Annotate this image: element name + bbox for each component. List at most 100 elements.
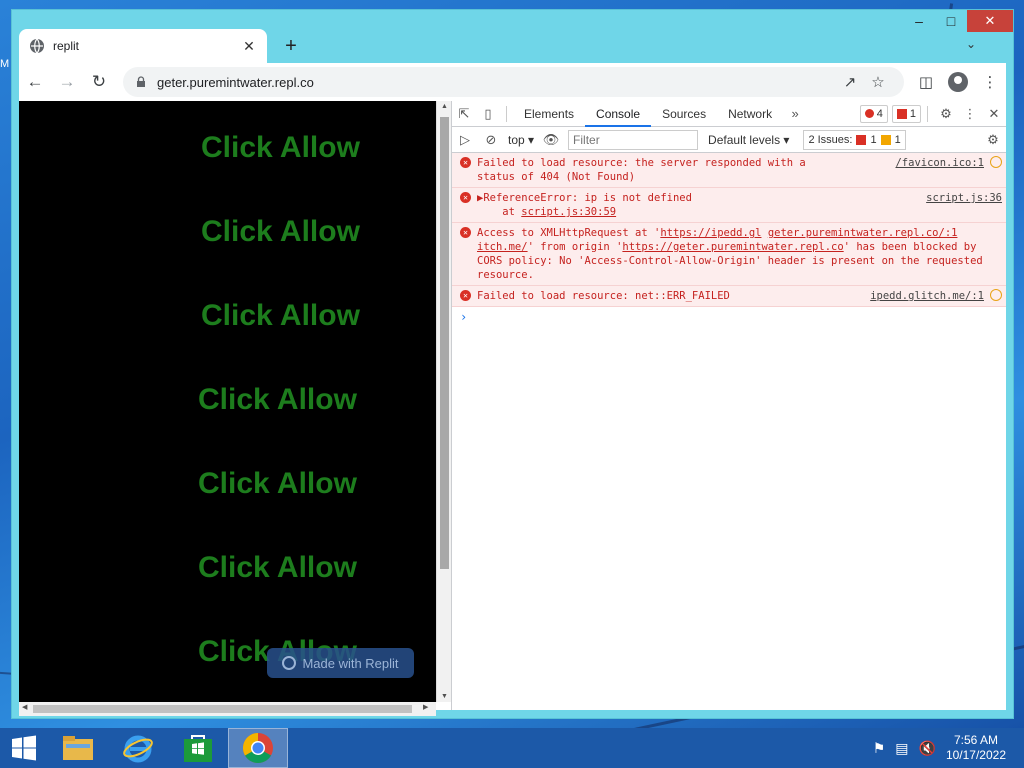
start-button[interactable] [0, 728, 48, 768]
forward-arrow-icon[interactable]: → [51, 66, 83, 98]
browser-window: – □ ✕ replit ✕ + ⌄ ← → ↻ geter.puremintw… [11, 9, 1014, 719]
error-circle-icon: ✕ [460, 290, 471, 301]
internet-explorer-taskbar-button[interactable] [108, 728, 168, 768]
message-source-link[interactable]: geter.puremintwater.repl.co/:1 [768, 227, 958, 239]
action-center-flag-icon[interactable]: ⚑ [873, 740, 886, 757]
avatar [948, 72, 968, 92]
console-error-message: ✕ ▶ReferenceError: ip is not defined at … [452, 188, 1006, 223]
devtools-panel: ⇱ ▯ Elements Console Sources Network » 4… [451, 101, 1006, 710]
side-panel-icon[interactable]: ◫ [910, 66, 942, 98]
clock[interactable]: 7:56 AM 10/17/2022 [946, 733, 1006, 763]
issues-button[interactable]: 2 Issues: 1 1 [803, 129, 906, 150]
expandable-error[interactable]: ▶ReferenceError: ip is not defined [477, 191, 918, 205]
new-tab-button[interactable]: + [279, 35, 303, 58]
clock-time: 7:56 AM [953, 733, 998, 747]
sidebar-toggle-icon[interactable]: ▷ [452, 132, 478, 148]
devtools-menu-icon[interactable]: ⋮ [958, 106, 982, 122]
tab-replit[interactable]: replit ✕ [19, 29, 267, 63]
console-filter-input[interactable] [568, 129, 699, 150]
folder-icon [63, 736, 93, 760]
network-icon[interactable]: ▤ [895, 740, 908, 757]
devtools-tabbar: ⇱ ▯ Elements Console Sources Network » 4… [452, 101, 1006, 127]
error-count-badge[interactable]: 4 [859, 104, 888, 123]
issue-hint-icon[interactable] [990, 289, 1002, 301]
error-circle-icon: ✕ [460, 227, 471, 238]
scroll-thumb[interactable] [440, 117, 449, 569]
back-arrow-icon[interactable]: ← [19, 66, 51, 98]
context-selector[interactable]: top ▾ [504, 133, 538, 147]
click-allow-text: Click Allow [201, 215, 360, 248]
stack-frame-link[interactable]: script.js:30:59 [521, 206, 616, 218]
issue-hint-icon[interactable] [990, 156, 1002, 168]
issue-warning-icon [880, 134, 891, 145]
scroll-up-icon[interactable]: ▲ [437, 103, 452, 110]
browser-toolbar: ← → ↻ geter.puremintwater.repl.co ↗ ☆ ◫ … [19, 63, 1006, 101]
message-source-link[interactable]: ipedd.glitch.me/:1 [870, 289, 984, 303]
error-circle-icon: ✕ [460, 192, 471, 203]
tab-elements[interactable]: Elements [513, 101, 585, 127]
scroll-left-icon[interactable]: ◀ [22, 703, 27, 711]
message-source-link[interactable]: script.js:36 [926, 191, 1002, 219]
share-icon[interactable]: ↗ [836, 73, 864, 91]
console-error-message: ✕ Failed to load resource: net::ERR_FAIL… [452, 286, 1006, 307]
file-explorer-taskbar-button[interactable] [48, 728, 108, 768]
console-prompt[interactable]: › [452, 307, 1006, 327]
tab-strip: replit ✕ + ⌄ [19, 19, 1006, 63]
scroll-right-icon[interactable]: ▶ [423, 703, 428, 711]
more-tabs-icon[interactable]: » [783, 106, 807, 121]
tab-network[interactable]: Network [717, 101, 783, 127]
console-settings-gear-icon[interactable]: ⚙ [980, 132, 1006, 148]
click-allow-text: Click Allow [201, 131, 360, 164]
click-allow-text: Click Allow [198, 383, 357, 416]
taskbar: ⚑ ▤ 🔇 7:56 AM 10/17/2022 [0, 728, 1024, 768]
tab-console[interactable]: Console [585, 101, 652, 127]
settings-gear-icon[interactable]: ⚙ [934, 106, 958, 122]
tab-title: replit [53, 39, 80, 53]
eye-icon[interactable]: 👁 [538, 132, 564, 148]
clock-date: 10/17/2022 [945, 748, 1006, 762]
menu-kebab-icon[interactable]: ⋮ [974, 66, 1006, 98]
error-circle-icon: ✕ [460, 157, 471, 168]
tab-sources[interactable]: Sources [651, 101, 717, 127]
reload-icon[interactable]: ↻ [83, 66, 115, 98]
origin-link[interactable]: https://geter.puremintwater.repl.co [622, 241, 843, 253]
message-source-link[interactable]: /favicon.ico:1 [895, 156, 984, 184]
console-error-message: ✕ Access to XMLHttpRequest at 'https://i… [452, 223, 1006, 286]
url-text[interactable]: geter.puremintwater.repl.co [157, 75, 836, 90]
vertical-scrollbar[interactable]: ▲ ▼ [436, 101, 451, 702]
log-levels-dropdown[interactable]: Default levels ▾ [708, 133, 789, 147]
chrome-taskbar-button[interactable] [228, 728, 288, 768]
xhr-url-link-continued[interactable]: itch.me/ [477, 241, 528, 253]
console-toolbar: ▷ ⊘ top ▾ 👁 Default levels ▾ 2 Issues: 1… [452, 127, 1006, 153]
device-toggle-icon[interactable]: ▯ [476, 106, 500, 122]
content-area: Click Allow Click Allow Click Allow Clic… [19, 101, 1006, 716]
made-with-replit-badge[interactable]: Made with Replit [267, 648, 414, 678]
system-tray: ⚑ ▤ 🔇 7:56 AM 10/17/2022 [873, 728, 1006, 768]
windows-logo-icon [12, 735, 36, 761]
close-devtools-icon[interactable]: ✕ [982, 106, 1006, 122]
profile-button[interactable] [942, 66, 974, 98]
made-with-label: Made with Replit [302, 655, 399, 671]
address-bar[interactable]: geter.puremintwater.repl.co ↗ ☆ [123, 67, 904, 97]
click-allow-text: Click Allow [198, 551, 357, 584]
issue-flag-icon [896, 108, 907, 119]
click-allow-text: Click Allow [198, 467, 357, 500]
volume-muted-icon[interactable]: 🔇 [919, 740, 936, 757]
console-error-message: ✕ Failed to load resource: the server re… [452, 153, 1006, 188]
bookmark-star-icon[interactable]: ☆ [864, 73, 892, 91]
inspect-element-icon[interactable]: ⇱ [452, 106, 476, 122]
hscroll-thumb[interactable] [33, 705, 412, 713]
desktop-edge-text: M [0, 58, 10, 70]
issue-count-badge[interactable]: 1 [891, 104, 921, 123]
internet-explorer-icon [123, 735, 153, 763]
store-icon [184, 735, 212, 762]
tab-close-icon[interactable]: ✕ [241, 38, 257, 55]
chrome-icon [242, 733, 273, 764]
clear-console-icon[interactable]: ⊘ [478, 132, 504, 148]
xhr-url-link[interactable]: https://ipedd.gl [660, 227, 761, 239]
tab-search-icon[interactable]: ⌄ [966, 37, 976, 51]
scroll-down-icon[interactable]: ▼ [437, 693, 452, 700]
replit-logo-icon [282, 656, 297, 670]
store-taskbar-button[interactable] [168, 728, 228, 768]
horizontal-scrollbar[interactable]: ◀ ▶ [19, 702, 436, 716]
